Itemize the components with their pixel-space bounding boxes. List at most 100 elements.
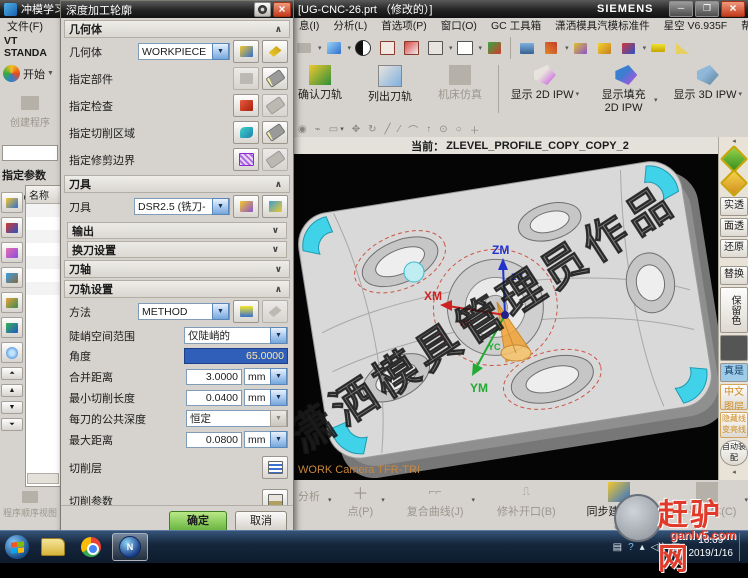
- common-depth-dropdown[interactable]: 恒定: [186, 410, 288, 427]
- name-column-header[interactable]: 名称: [26, 186, 60, 204]
- tool-dropdown[interactable]: DSR2.5 (铣刀-: [134, 198, 230, 215]
- merge-distance-input[interactable]: 3.0000: [186, 369, 242, 385]
- scroll-top-icon[interactable]: ⏶: [1, 367, 23, 380]
- section-cube-icon[interactable]: [424, 38, 446, 58]
- explorer-taskbar-icon[interactable]: [36, 534, 70, 560]
- restore-display-button[interactable]: 还原: [720, 239, 748, 258]
- show-hide-icon[interactable]: [594, 38, 616, 58]
- library-tab-icon[interactable]: [1, 317, 23, 338]
- steep-containment-dropdown[interactable]: 仅陡峭的: [184, 327, 288, 344]
- start-menu-button[interactable]: 开始 ▼: [3, 65, 60, 82]
- new-tool-button[interactable]: [233, 195, 259, 218]
- road-sign-yellow-icon[interactable]: [720, 169, 748, 197]
- circle-dot-icon[interactable]: ⊙: [439, 124, 447, 135]
- menu-mold-standard[interactable]: 潇洒模具汽模标准件: [548, 18, 657, 33]
- show-desktop-button[interactable]: [739, 533, 748, 561]
- geometry-create-tab-icon[interactable]: [1, 242, 23, 263]
- tray-expand-icon[interactable]: ▴: [640, 542, 645, 553]
- menu-window[interactable]: 窗口(O): [434, 18, 484, 33]
- new-method-button[interactable]: [233, 300, 259, 323]
- hidden-line-button[interactable]: 隐藏线变亮线: [720, 412, 748, 438]
- chrome-taskbar-icon[interactable]: [74, 534, 108, 560]
- plus-icon[interactable]: ＋: [470, 122, 480, 137]
- tool-create-tab-icon[interactable]: [1, 192, 23, 213]
- fence-icon[interactable]: ▭: [329, 124, 338, 135]
- info-tab-icon[interactable]: [1, 342, 23, 363]
- selection-filter-field[interactable]: [2, 145, 58, 161]
- close-button[interactable]: [721, 1, 745, 17]
- show-3d-ipw-button[interactable]: 显示 3D IPW▾: [668, 63, 748, 104]
- arc-icon[interactable]: ⌒: [408, 122, 418, 137]
- angle-input[interactable]: 65.0000: [184, 348, 288, 364]
- replace-button[interactable]: 替换: [720, 266, 748, 285]
- taskbar-clock[interactable]: 16:09 2019/1/16: [689, 534, 734, 560]
- graphics-viewport[interactable]: ZM XM YM ZC XC YC 潇洒模具管理员作品 WORK Camera …: [292, 154, 718, 480]
- background-icon[interactable]: [454, 38, 476, 58]
- menu-preferences[interactable]: 首选项(P): [374, 18, 434, 33]
- merge-unit-dropdown[interactable]: mm: [244, 368, 288, 385]
- wcs-icon[interactable]: [540, 38, 562, 58]
- horizontal-scrollbar[interactable]: [27, 473, 59, 484]
- main-window-titlebar[interactable]: [UG-CNC-26.prt （修改的）] SIEMENS ─ ❐: [292, 0, 748, 18]
- menu-info[interactable]: 息(I): [292, 18, 326, 33]
- min-cut-unit-dropdown[interactable]: mm: [244, 389, 288, 406]
- verify-toolpath-button[interactable]: 确认刀轨: [292, 63, 348, 104]
- menu-gc-toolbox[interactable]: GC 工具箱: [484, 18, 548, 33]
- keep-color-button[interactable]: 保留色: [720, 287, 748, 333]
- scroll-bottom-icon[interactable]: ⏷: [1, 418, 23, 431]
- solid-translucent-button[interactable]: 实透: [720, 197, 748, 216]
- scroll-up-icon[interactable]: ▲: [1, 384, 23, 397]
- start-orb[interactable]: [2, 534, 32, 560]
- volume-tray-icon[interactable]: ◁)): [651, 542, 665, 553]
- face-translucent-button[interactable]: 面透: [720, 218, 748, 237]
- orient-view-icon[interactable]: [483, 38, 505, 58]
- help-tray-icon[interactable]: ?: [628, 542, 634, 553]
- menu-analysis[interactable]: 分析(L): [326, 18, 374, 33]
- menu-starsky[interactable]: 星空 V6.935F: [657, 18, 735, 33]
- arrow-icon[interactable]: ↑: [426, 124, 431, 135]
- restore-button[interactable]: ❐: [695, 1, 719, 17]
- snapshot-icon[interactable]: [293, 38, 315, 58]
- edit-display-icon[interactable]: [618, 38, 640, 58]
- ok-button[interactable]: 确定: [169, 511, 227, 532]
- wireframe-cube-icon[interactable]: [376, 38, 398, 58]
- tool-change-subsection[interactable]: 换刀设置: [67, 241, 287, 258]
- measure-icon[interactable]: [647, 38, 669, 58]
- max-distance-input[interactable]: 0.0800: [186, 432, 242, 448]
- facet-cube-icon[interactable]: [400, 38, 422, 58]
- rotate-icon[interactable]: ↻: [368, 124, 376, 135]
- select-cutarea-button[interactable]: [262, 121, 288, 144]
- new-geometry-button[interactable]: [233, 40, 259, 63]
- cn-layer-button[interactable]: 中文图层: [720, 384, 748, 410]
- minimize-button[interactable]: ─: [669, 1, 693, 17]
- specify-cutarea-button[interactable]: [233, 121, 259, 144]
- method-dropdown[interactable]: METHOD: [138, 303, 230, 320]
- list-toolpath-button[interactable]: 列出刀轨: [362, 63, 418, 106]
- dialog-close-button[interactable]: [273, 2, 291, 17]
- render-style-icon[interactable]: [352, 38, 374, 58]
- shaded-cube-icon[interactable]: [323, 38, 345, 58]
- nx-taskbar-icon[interactable]: N: [112, 533, 148, 561]
- tool-axis-section-header[interactable]: 刀轴: [64, 260, 290, 278]
- method-create-tab-icon[interactable]: [1, 267, 23, 288]
- snap-icon[interactable]: ⌁: [315, 124, 321, 135]
- true-shade-button[interactable]: 真是: [720, 363, 748, 382]
- tool-section-header[interactable]: 刀具: [64, 175, 290, 193]
- operation-create-tab-icon[interactable]: [1, 217, 23, 238]
- geometry-section-header[interactable]: 几何体: [64, 20, 290, 38]
- geometry-dropdown[interactable]: WORKPIECE: [138, 43, 230, 60]
- tool-settings-button[interactable]: [262, 195, 288, 218]
- menu-file[interactable]: 文件(F): [0, 18, 50, 34]
- min-cut-length-input[interactable]: 0.0400: [186, 390, 242, 406]
- show-2d-ipw-button[interactable]: 显示 2D IPW▾: [505, 63, 585, 104]
- circle-icon[interactable]: ○: [456, 124, 462, 135]
- auto-assemble-stamp[interactable]: 自动装配: [720, 440, 748, 466]
- move-object-icon[interactable]: [570, 38, 592, 58]
- line-icon[interactable]: ╱: [385, 124, 391, 135]
- output-subsection[interactable]: 输出: [67, 222, 287, 239]
- cancel-button[interactable]: 取消: [235, 511, 287, 532]
- machine-tab-icon[interactable]: [1, 292, 23, 313]
- sync-modeling-button[interactable]: 同步建模工具条: [578, 480, 661, 537]
- dialog-titlebar[interactable]: 深度加工轮廓: [61, 1, 293, 18]
- scroll-down-icon[interactable]: ▼: [1, 401, 23, 414]
